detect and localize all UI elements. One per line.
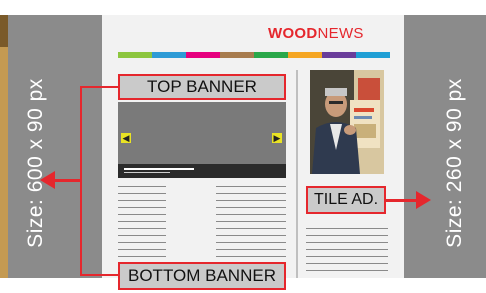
text-line [118,242,166,243]
text-line [216,249,286,250]
arrow-right-icon[interactable]: ▶ [272,133,282,143]
wood-edge-top [0,15,8,47]
text-line [118,228,166,229]
text-line [306,242,388,243]
text-line [216,193,286,194]
text-column-left [118,186,166,263]
color-strip-segment [152,52,186,58]
banner-size-label: Size: 600 x 90 px [24,78,47,248]
text-line [306,235,388,236]
color-strip-segment [220,52,254,58]
connector-line [80,86,82,276]
bottom-banner: BOTTOM BANNER [118,262,286,290]
column-divider [296,70,298,278]
text-line [216,207,286,208]
text-line [216,200,286,201]
text-line [306,249,388,250]
wood-edge [0,15,8,278]
text-line [306,256,388,257]
text-line [216,235,286,236]
text-line [216,242,286,243]
caption-line [124,168,194,170]
connector-line [54,179,80,182]
text-line [306,270,388,271]
text-line [118,207,166,208]
color-strip-segment [288,52,322,58]
color-strip-segment [356,52,390,58]
woodnews-logo: WOODNEWS [268,25,364,42]
text-line [118,186,166,187]
text-column-right [306,228,388,277]
connector-line [80,86,118,88]
connector-line [386,199,418,202]
text-line [306,228,388,229]
color-strip-segment [118,52,152,58]
connector-line [80,274,118,276]
tile-size-label: Size: 260 x 90 px [443,78,466,248]
color-strip [118,52,390,58]
left-panel [0,15,102,278]
slider-caption-bar [118,164,286,178]
arrow-left-icon [40,171,55,189]
text-line [216,256,286,257]
caption-line [124,172,170,173]
arrow-left-icon[interactable]: ◀ [121,133,131,143]
text-line [118,249,166,250]
color-strip-segment [322,52,356,58]
text-line [216,214,286,215]
text-line [216,228,286,229]
logo-thin: NEWS [317,25,364,42]
color-strip-segment [254,52,288,58]
tile-ad: TILE AD. [306,186,386,214]
text-line [306,263,388,264]
text-line [118,221,166,222]
text-line [216,221,286,222]
top-banner: TOP BANNER [118,74,286,100]
text-line [118,256,166,257]
text-line [118,214,166,215]
logo-bold: WOOD [268,25,318,42]
color-strip-segment [186,52,220,58]
text-line [118,235,166,236]
text-line [118,200,166,201]
text-line [216,186,286,187]
text-column-middle [216,186,286,263]
man-with-magazine-photo [310,70,384,174]
text-line [118,193,166,194]
arrow-right-icon [416,191,431,209]
